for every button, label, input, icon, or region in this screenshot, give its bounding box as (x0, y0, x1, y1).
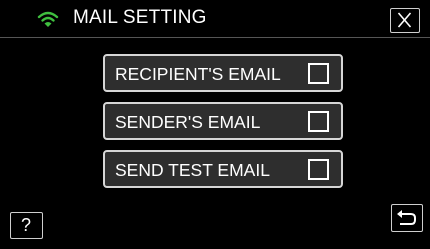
send-test-email-checkbox[interactable] (308, 159, 329, 180)
back-button[interactable] (391, 204, 423, 232)
help-button[interactable]: ? (10, 212, 43, 239)
menu-item-label: RECIPIENT'S EMAIL (115, 64, 281, 84)
header-divider (0, 37, 430, 38)
recipients-email-button[interactable]: RECIPIENT'S EMAIL (103, 54, 343, 92)
senders-email-checkbox[interactable] (308, 111, 329, 132)
wifi-icon (37, 11, 59, 27)
menu-item-label: SENDER'S EMAIL (115, 112, 261, 132)
help-label: ? (20, 215, 31, 235)
page-title: MAIL SETTING (73, 7, 207, 28)
return-arrow-icon (397, 210, 416, 225)
senders-email-button[interactable]: SENDER'S EMAIL (103, 102, 343, 140)
send-test-email-button[interactable]: SEND TEST EMAIL (103, 150, 343, 188)
menu-item-label: SEND TEST EMAIL (115, 160, 270, 180)
close-icon (397, 12, 412, 28)
close-button[interactable] (390, 8, 420, 33)
header-bar: MAIL SETTING (0, 0, 430, 37)
recipients-email-checkbox[interactable] (308, 63, 329, 84)
